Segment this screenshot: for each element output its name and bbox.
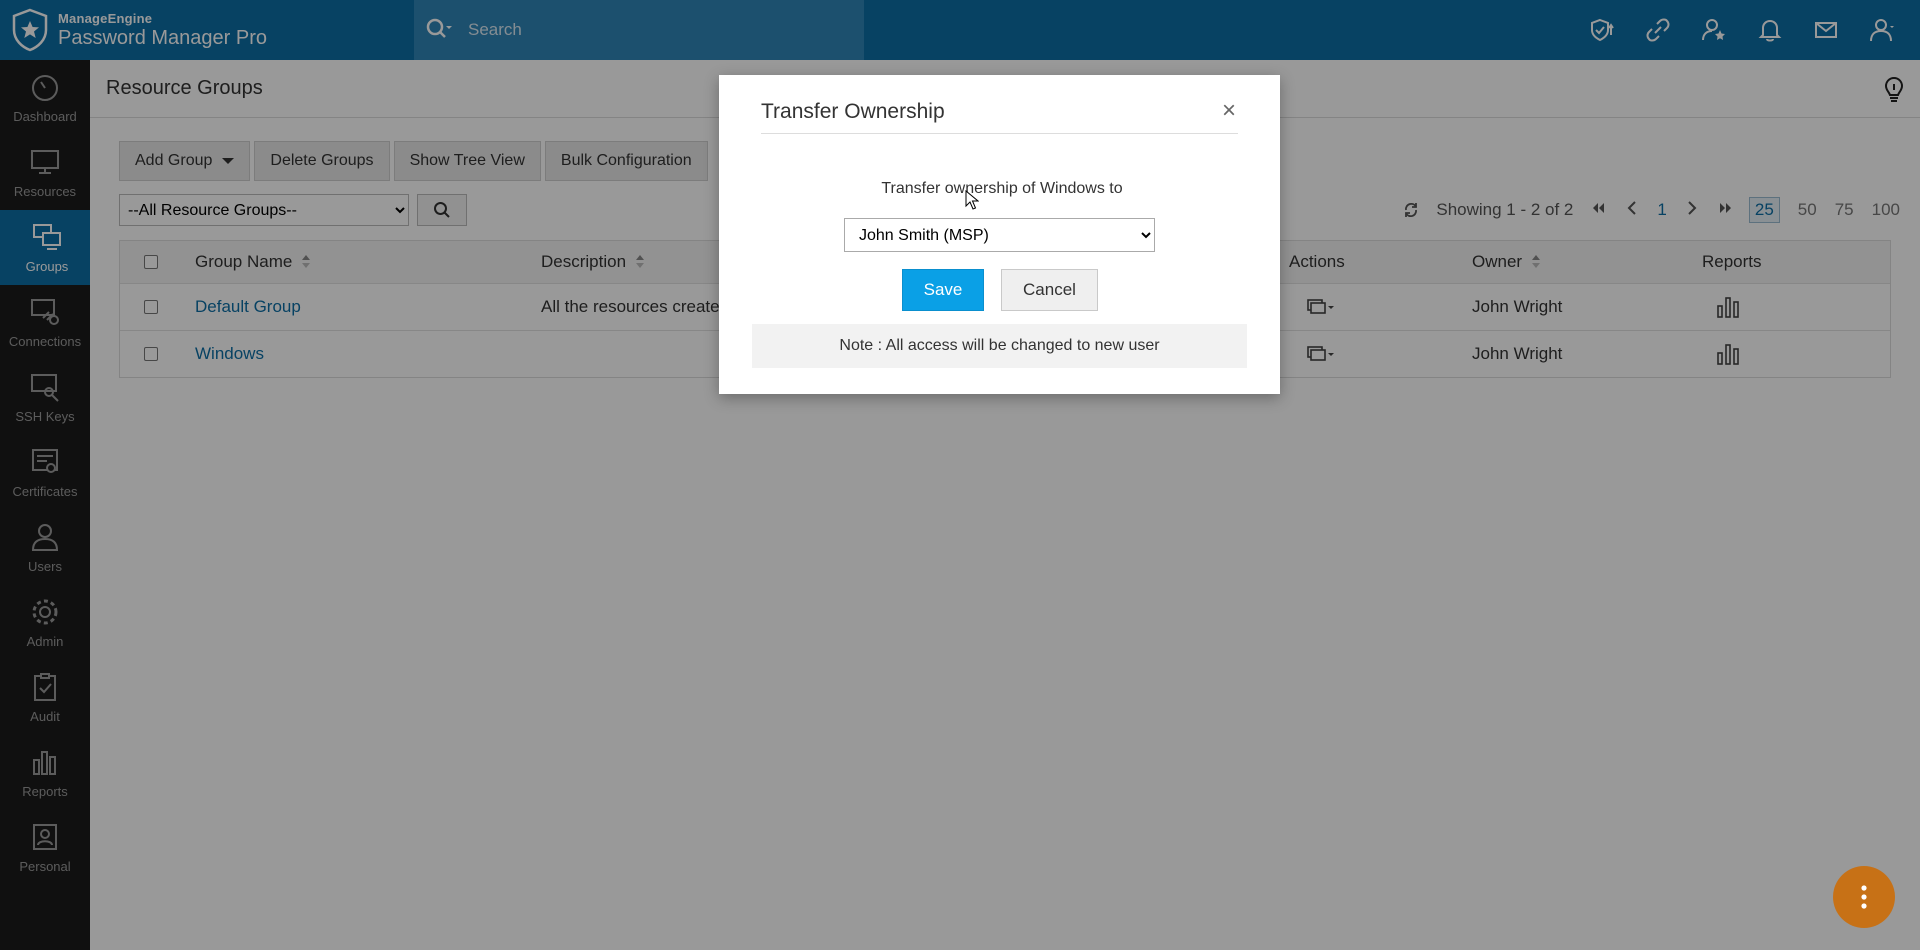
transfer-prompt: Transfer ownership of Windows to (881, 180, 1123, 197)
close-icon[interactable]: × (1222, 99, 1236, 123)
new-owner-select[interactable]: John Smith (MSP) (844, 218, 1155, 252)
cancel-button[interactable]: Cancel (1001, 269, 1098, 311)
mouse-cursor-icon (965, 190, 979, 210)
transfer-note: Note : All access will be changed to new… (752, 324, 1247, 368)
more-vertical-icon (1861, 885, 1867, 909)
transfer-ownership-dialog: Transfer Ownership × Transfer ownership … (719, 75, 1280, 394)
floating-menu-button[interactable] (1833, 866, 1895, 928)
dialog-title: Transfer Ownership (761, 100, 945, 123)
divider (761, 133, 1238, 134)
save-button[interactable]: Save (902, 269, 984, 311)
